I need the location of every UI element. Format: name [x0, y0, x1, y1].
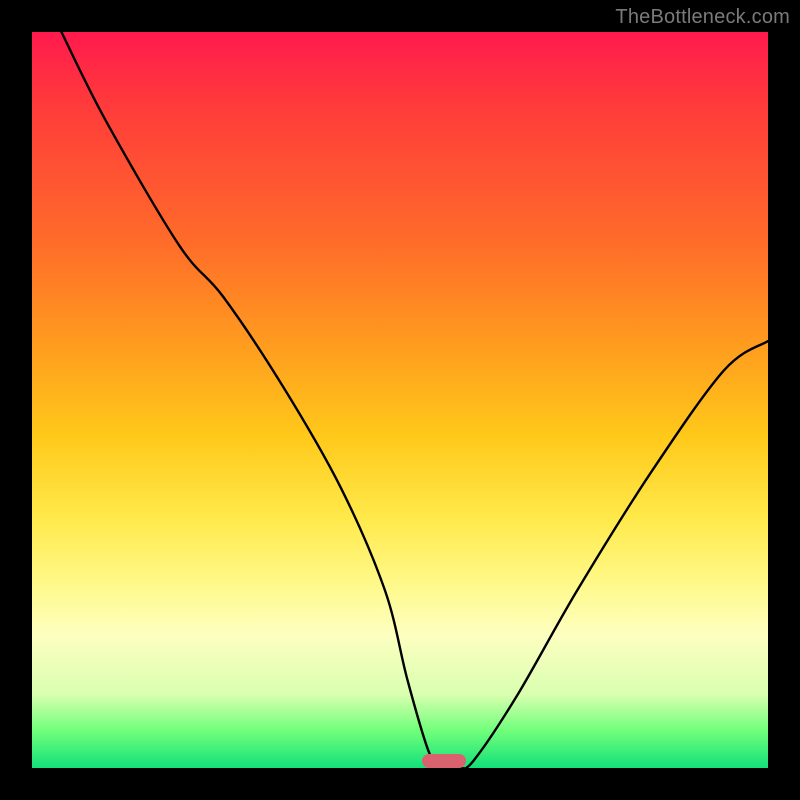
bottleneck-curve — [32, 32, 768, 768]
chart-frame: TheBottleneck.com — [0, 0, 800, 800]
watermark-label: TheBottleneck.com — [615, 6, 790, 29]
plot-area — [32, 32, 768, 768]
optimum-marker — [422, 754, 466, 768]
